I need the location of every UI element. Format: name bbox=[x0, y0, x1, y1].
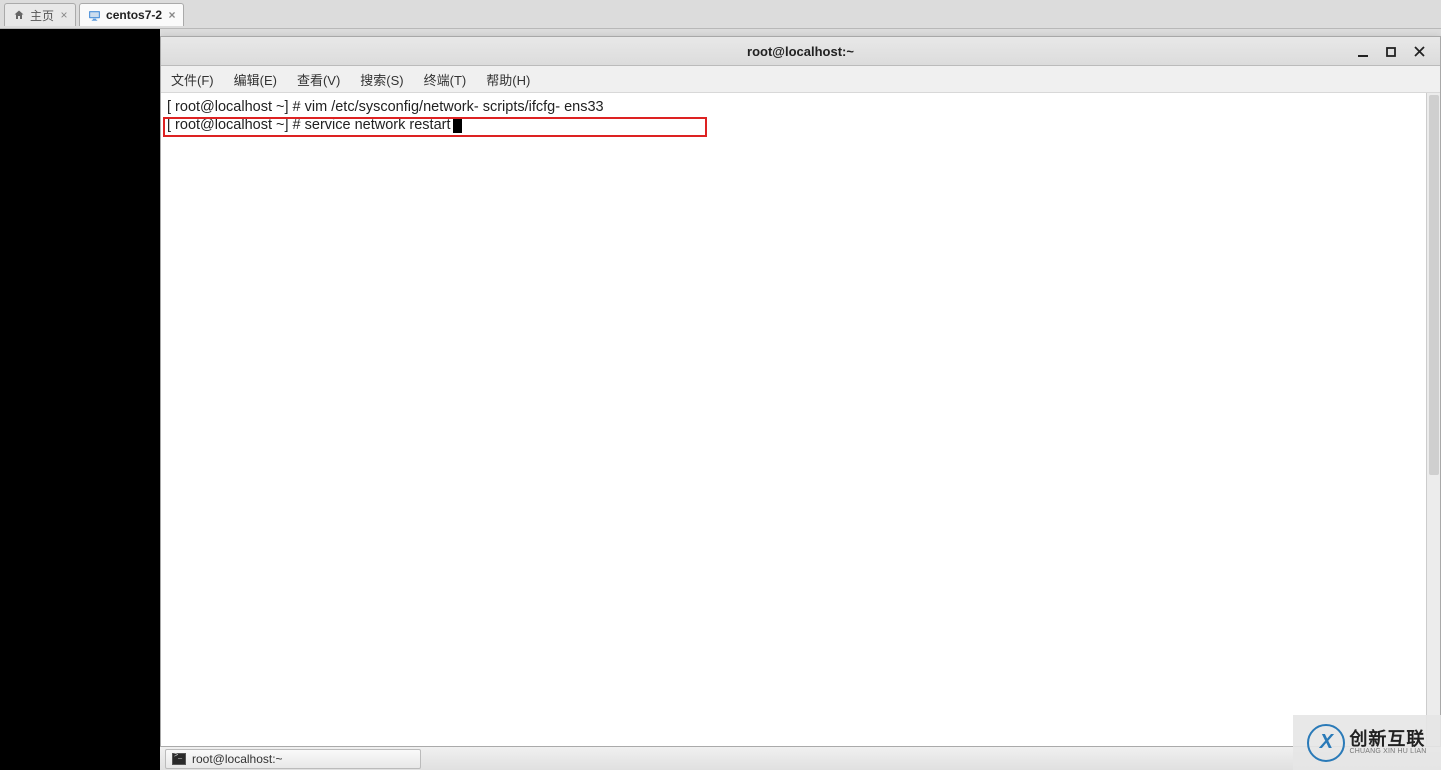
taskbar-app-label: root@localhost:~ bbox=[192, 752, 283, 766]
vertical-scrollbar[interactable] bbox=[1426, 93, 1440, 747]
tab-vm-label: centos7-2 bbox=[106, 8, 162, 22]
close-icon[interactable]: × bbox=[167, 10, 177, 20]
tab-vm-centos7-2[interactable]: centos7-2 × bbox=[79, 3, 184, 26]
window-titlebar[interactable]: root@localhost:~ bbox=[161, 37, 1440, 66]
terminal-line-2: [ root@localhost ~] # service network re… bbox=[167, 116, 1434, 134]
menu-file[interactable]: 文件(F) bbox=[167, 68, 218, 91]
menubar: 文件(F) 编辑(E) 查看(V) 搜索(S) 终端(T) 帮助(H) bbox=[161, 66, 1440, 93]
monitor-icon bbox=[88, 9, 101, 22]
terminal-icon bbox=[172, 753, 186, 765]
minimize-button[interactable] bbox=[1356, 45, 1370, 59]
menu-search[interactable]: 搜索(S) bbox=[356, 68, 407, 91]
tab-home[interactable]: 主页 × bbox=[4, 3, 76, 26]
close-button[interactable] bbox=[1412, 45, 1426, 59]
menu-terminal[interactable]: 终端(T) bbox=[420, 68, 471, 91]
menu-edit[interactable]: 编辑(E) bbox=[230, 68, 281, 91]
window-controls bbox=[1356, 37, 1436, 66]
tab-home-label: 主页 bbox=[30, 7, 54, 24]
menu-view[interactable]: 查看(V) bbox=[293, 68, 344, 91]
terminal-line-2-text: [ root@localhost ~] # service network re… bbox=[167, 117, 451, 133]
close-icon[interactable]: × bbox=[59, 10, 69, 20]
home-icon bbox=[13, 9, 25, 21]
vm-desktop: root@localhost:~ 文件(F) 编辑(E) 查看(V) 搜索(S)… bbox=[0, 29, 1441, 770]
taskbar: root@localhost:~ bbox=[160, 746, 1441, 770]
cursor bbox=[453, 117, 462, 133]
window-title: root@localhost:~ bbox=[747, 44, 854, 59]
menu-help[interactable]: 帮助(H) bbox=[482, 68, 534, 91]
tab-bar: 主页 × centos7-2 × bbox=[0, 0, 1441, 29]
terminal-window: root@localhost:~ 文件(F) 编辑(E) 查看(V) 搜索(S)… bbox=[160, 36, 1441, 748]
desktop-left-margin bbox=[0, 29, 160, 770]
taskbar-app-terminal[interactable]: root@localhost:~ bbox=[165, 749, 421, 769]
terminal-line-1: [ root@localhost ~] # vim /etc/sysconfig… bbox=[167, 98, 1434, 116]
terminal-body[interactable]: [ root@localhost ~] # vim /etc/sysconfig… bbox=[161, 93, 1440, 747]
scrollbar-thumb[interactable] bbox=[1429, 95, 1439, 475]
maximize-button[interactable] bbox=[1384, 45, 1398, 59]
